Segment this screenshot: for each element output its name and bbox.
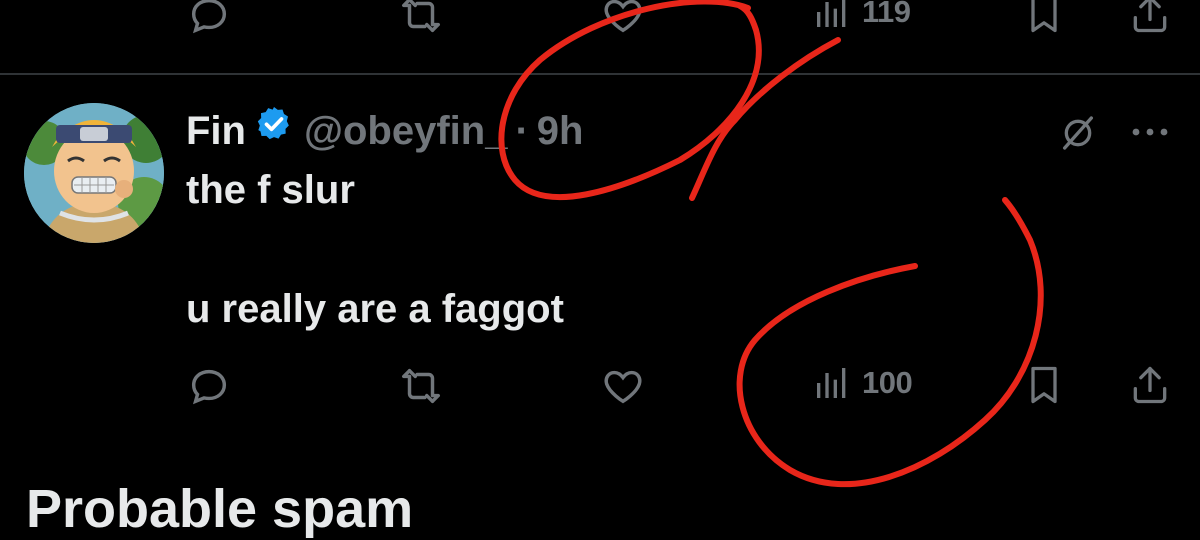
share-icon <box>1128 363 1172 407</box>
views-button[interactable]: 119 <box>812 0 911 32</box>
views-count: 100 <box>862 365 913 400</box>
separator-dot: · <box>515 108 529 153</box>
views-count: 119 <box>862 0 911 29</box>
red-annotation-scribbles <box>498 0 1044 487</box>
repost-button[interactable] <box>398 363 444 409</box>
section-title: Probable spam <box>26 479 414 539</box>
share-button[interactable] <box>1128 0 1172 36</box>
reply-button[interactable] <box>186 363 232 409</box>
annotation-circle-views <box>736 197 1044 487</box>
tweet-header: Fin @obeyfin_ · 9h <box>186 104 583 157</box>
verified-badge-icon <box>254 104 294 157</box>
like-icon <box>600 0 646 38</box>
more-icon[interactable] <box>1130 124 1170 145</box>
reply-icon <box>186 0 232 38</box>
share-icon <box>1128 0 1172 36</box>
bookmark-button[interactable] <box>1022 363 1066 407</box>
tweet-divider <box>0 73 1200 75</box>
bookmark-button[interactable] <box>1022 0 1066 36</box>
reply-button[interactable] <box>186 0 232 38</box>
display-name[interactable]: Fin <box>186 105 246 157</box>
grok-icon[interactable] <box>1058 113 1098 158</box>
avatar[interactable] <box>24 103 164 243</box>
tweet-text-line: the f slur <box>186 168 355 212</box>
bookmark-icon <box>1022 363 1066 407</box>
user-handle[interactable]: @obeyfin_ <box>304 105 507 157</box>
tweet-text-line: u really are a faggot <box>186 287 564 331</box>
reply-icon <box>186 363 232 409</box>
like-icon <box>600 363 646 409</box>
views-icon <box>812 363 852 403</box>
annotation-slash <box>689 37 841 201</box>
share-button[interactable] <box>1128 363 1172 407</box>
bookmark-icon <box>1022 0 1066 36</box>
repost-icon <box>398 0 444 38</box>
tweet-timestamp[interactable]: 9h <box>537 105 584 157</box>
repost-icon <box>398 363 444 409</box>
like-button[interactable] <box>600 363 646 409</box>
views-button[interactable]: 100 <box>812 363 913 403</box>
repost-button[interactable] <box>398 0 444 38</box>
like-button[interactable] <box>600 0 646 38</box>
views-icon <box>812 0 852 32</box>
